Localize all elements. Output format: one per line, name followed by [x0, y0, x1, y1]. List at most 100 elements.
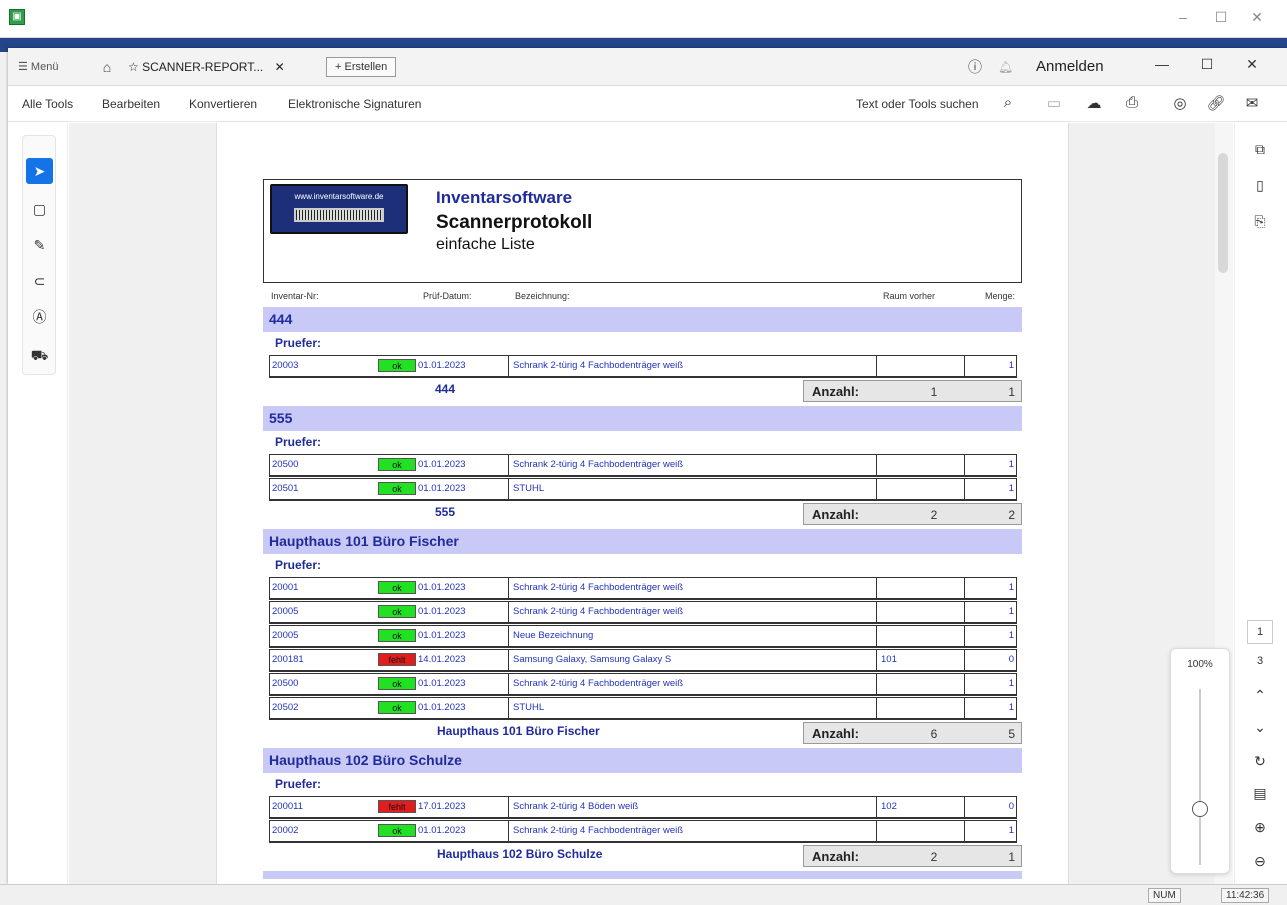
table-row[interactable]: 20002 ok 01.01.2023 Schrank 2-türig 4 Fachb…	[269, 820, 1017, 843]
check-date: 14.01.2023	[418, 654, 466, 665]
home-icon[interactable]: ⌂	[96, 56, 118, 78]
check-date: 17.01.2023	[418, 801, 466, 812]
document-canvas[interactable]: www.inventarsoftware.de Inventarsoftware S…	[69, 123, 1219, 884]
table-row[interactable]: 20005 ok 01.01.2023 Neue Bezeichnung 1	[269, 625, 1017, 648]
previous-room	[876, 821, 964, 841]
group-count: 1	[930, 385, 938, 399]
star-icon[interactable]: ☆	[128, 60, 139, 74]
table-row[interactable]: 20500 ok 01.01.2023 Schrank 2-türig 4 Fachb…	[269, 673, 1017, 696]
zoom-in-icon[interactable]: ⊕	[1247, 819, 1273, 836]
lasso-tool-icon[interactable]: ⊂	[26, 268, 53, 294]
rotate-icon[interactable]: ↻	[1247, 753, 1273, 770]
outer-minimize-button[interactable]: –	[1172, 9, 1194, 25]
outer-close-button[interactable]: ✕	[1246, 9, 1268, 26]
outer-maximize-button[interactable]: ☐	[1210, 9, 1232, 26]
stamp-tool-icon[interactable]: ⛟	[26, 342, 53, 368]
zoom-out-icon[interactable]: ⊖	[1247, 853, 1273, 870]
group-summary-label: 444	[435, 382, 456, 396]
menu-all-tools[interactable]: Alle Tools	[22, 97, 73, 111]
left-tool-rail: ➤ ▢ ✎ ⊂ Ⓐ ⛟	[8, 123, 68, 884]
minimize-button[interactable]: —	[1151, 56, 1173, 72]
upload-cloud-icon[interactable]: ☁	[1084, 94, 1104, 112]
group-count: 6	[930, 727, 938, 741]
share-icon[interactable]: ◎	[1170, 94, 1190, 112]
table-row[interactable]: 20005 ok 01.01.2023 Schrank 2-türig 4 Fachb…	[269, 601, 1017, 624]
bookmarks-icon[interactable]: ▯	[1247, 177, 1273, 194]
tool-search-field[interactable]: Text oder Tools suchen	[856, 97, 979, 111]
check-date: 01.01.2023	[418, 606, 466, 617]
current-page-field[interactable]: 1	[1247, 620, 1273, 644]
comments-icon[interactable]: ⧉	[1247, 141, 1273, 158]
menu-button[interactable]: ☰ Menü	[18, 56, 58, 78]
login-button[interactable]: Anmelden	[1036, 56, 1104, 78]
close-tab-icon[interactable]: ✕	[275, 60, 285, 74]
menu-edit[interactable]: Bearbeiten	[102, 97, 160, 111]
zoom-slider-knob[interactable]	[1192, 801, 1208, 817]
group-count: 2	[930, 850, 938, 864]
draw-tool-icon[interactable]: ✎	[26, 232, 53, 258]
table-row[interactable]: 20501 ok 01.01.2023 STUHL 1	[269, 478, 1017, 501]
menu-e-signatures[interactable]: Elektronische Signaturen	[288, 97, 421, 111]
previous-room	[876, 455, 964, 475]
column-header: Inventar-Nr:	[271, 291, 319, 301]
help-icon[interactable]: ⓘ	[968, 56, 982, 78]
menu-convert[interactable]: Konvertieren	[189, 97, 257, 111]
previous-room	[876, 578, 964, 598]
report-brand: Inventarsoftware	[436, 188, 573, 207]
maximize-button[interactable]: ☐	[1196, 56, 1218, 73]
check-date: 01.01.2023	[418, 678, 466, 689]
page-up-icon[interactable]: ⌃	[1247, 687, 1273, 704]
comment-tool-icon[interactable]: ▢	[26, 196, 53, 222]
group-header: 444	[263, 307, 1022, 332]
table-row[interactable]: 20502 ok 01.01.2023 STUHL 1	[269, 697, 1017, 720]
previous-room	[876, 356, 964, 376]
quantity: 1	[964, 674, 1016, 694]
check-date: 01.01.2023	[418, 825, 466, 836]
inventory-number: 20005	[272, 630, 299, 641]
quantity: 1	[964, 821, 1016, 841]
check-date: 01.01.2023	[418, 483, 466, 494]
scroll-thumb[interactable]	[1218, 153, 1228, 273]
inventory-number: 20005	[272, 606, 299, 617]
page-down-icon[interactable]: ⌄	[1247, 719, 1273, 736]
status-badge: ok	[378, 701, 416, 714]
table-row[interactable]: 20003 ok 01.01.2023 Schrank 2-türig 4 Fachb…	[269, 355, 1017, 378]
text-tool-icon[interactable]: Ⓐ	[26, 304, 53, 330]
quantity: 1	[964, 356, 1016, 376]
inventory-number: 20001	[272, 582, 299, 593]
item-description: Schrank 2-türig 4 Fachbodenträger weiß	[508, 356, 876, 376]
notification-bell-icon[interactable]: 🔔︎	[998, 56, 1013, 78]
quantity: 0	[964, 650, 1016, 670]
table-row[interactable]: 20500 ok 01.01.2023 Schrank 2-türig 4 Fachb…	[269, 454, 1017, 477]
pages-icon[interactable]: ⎘	[1247, 213, 1273, 230]
inventory-number: 20500	[272, 678, 299, 689]
group-header: Haupthaus 102 Büro Schulze	[263, 748, 1022, 773]
group-quantity-sum: 1	[1008, 850, 1015, 864]
table-row[interactable]: 200011 fehlt 17.01.2023 Schrank 2-türig 4 B…	[269, 796, 1017, 819]
quantity: 1	[964, 479, 1016, 499]
save-icon[interactable]: ▭	[1044, 94, 1064, 112]
link-icon[interactable]: 🔗︎	[1206, 94, 1226, 112]
table-row[interactable]: 20001 ok 01.01.2023 Schrank 2-türig 4 Fachb…	[269, 577, 1017, 600]
status-badge: ok	[378, 677, 416, 690]
table-row[interactable]: 200181 fehlt 14.01.2023 Samsung Galaxy, Sam…	[269, 649, 1017, 672]
total-pages: 3	[1256, 655, 1264, 667]
print-icon[interactable]: ⎙	[1122, 94, 1142, 111]
search-icon[interactable]: ⌕	[998, 94, 1018, 111]
zoom-value[interactable]: 100%	[1171, 659, 1229, 670]
close-button[interactable]: ✕	[1241, 56, 1263, 73]
mail-icon[interactable]: ✉	[1242, 94, 1262, 112]
tab-document[interactable]: ☆ SCANNER-REPORT... ✕	[128, 56, 318, 78]
create-button[interactable]: + Erstellen	[326, 57, 397, 77]
column-header: Prüf-Datum:	[423, 291, 472, 301]
report-header-box: www.inventarsoftware.de Inventarsoftware S…	[263, 179, 1022, 283]
page-fit-icon[interactable]: ▤	[1247, 785, 1273, 802]
group-quantity-sum: 2	[1008, 508, 1015, 522]
quantity: 1	[964, 578, 1016, 598]
inventory-number: 20500	[272, 459, 299, 470]
clock: 11:42:36	[1221, 888, 1270, 903]
zoom-track[interactable]	[1199, 689, 1201, 865]
check-date: 01.01.2023	[418, 630, 466, 641]
select-tool-icon[interactable]: ➤	[26, 158, 53, 184]
item-description: STUHL	[508, 479, 876, 499]
